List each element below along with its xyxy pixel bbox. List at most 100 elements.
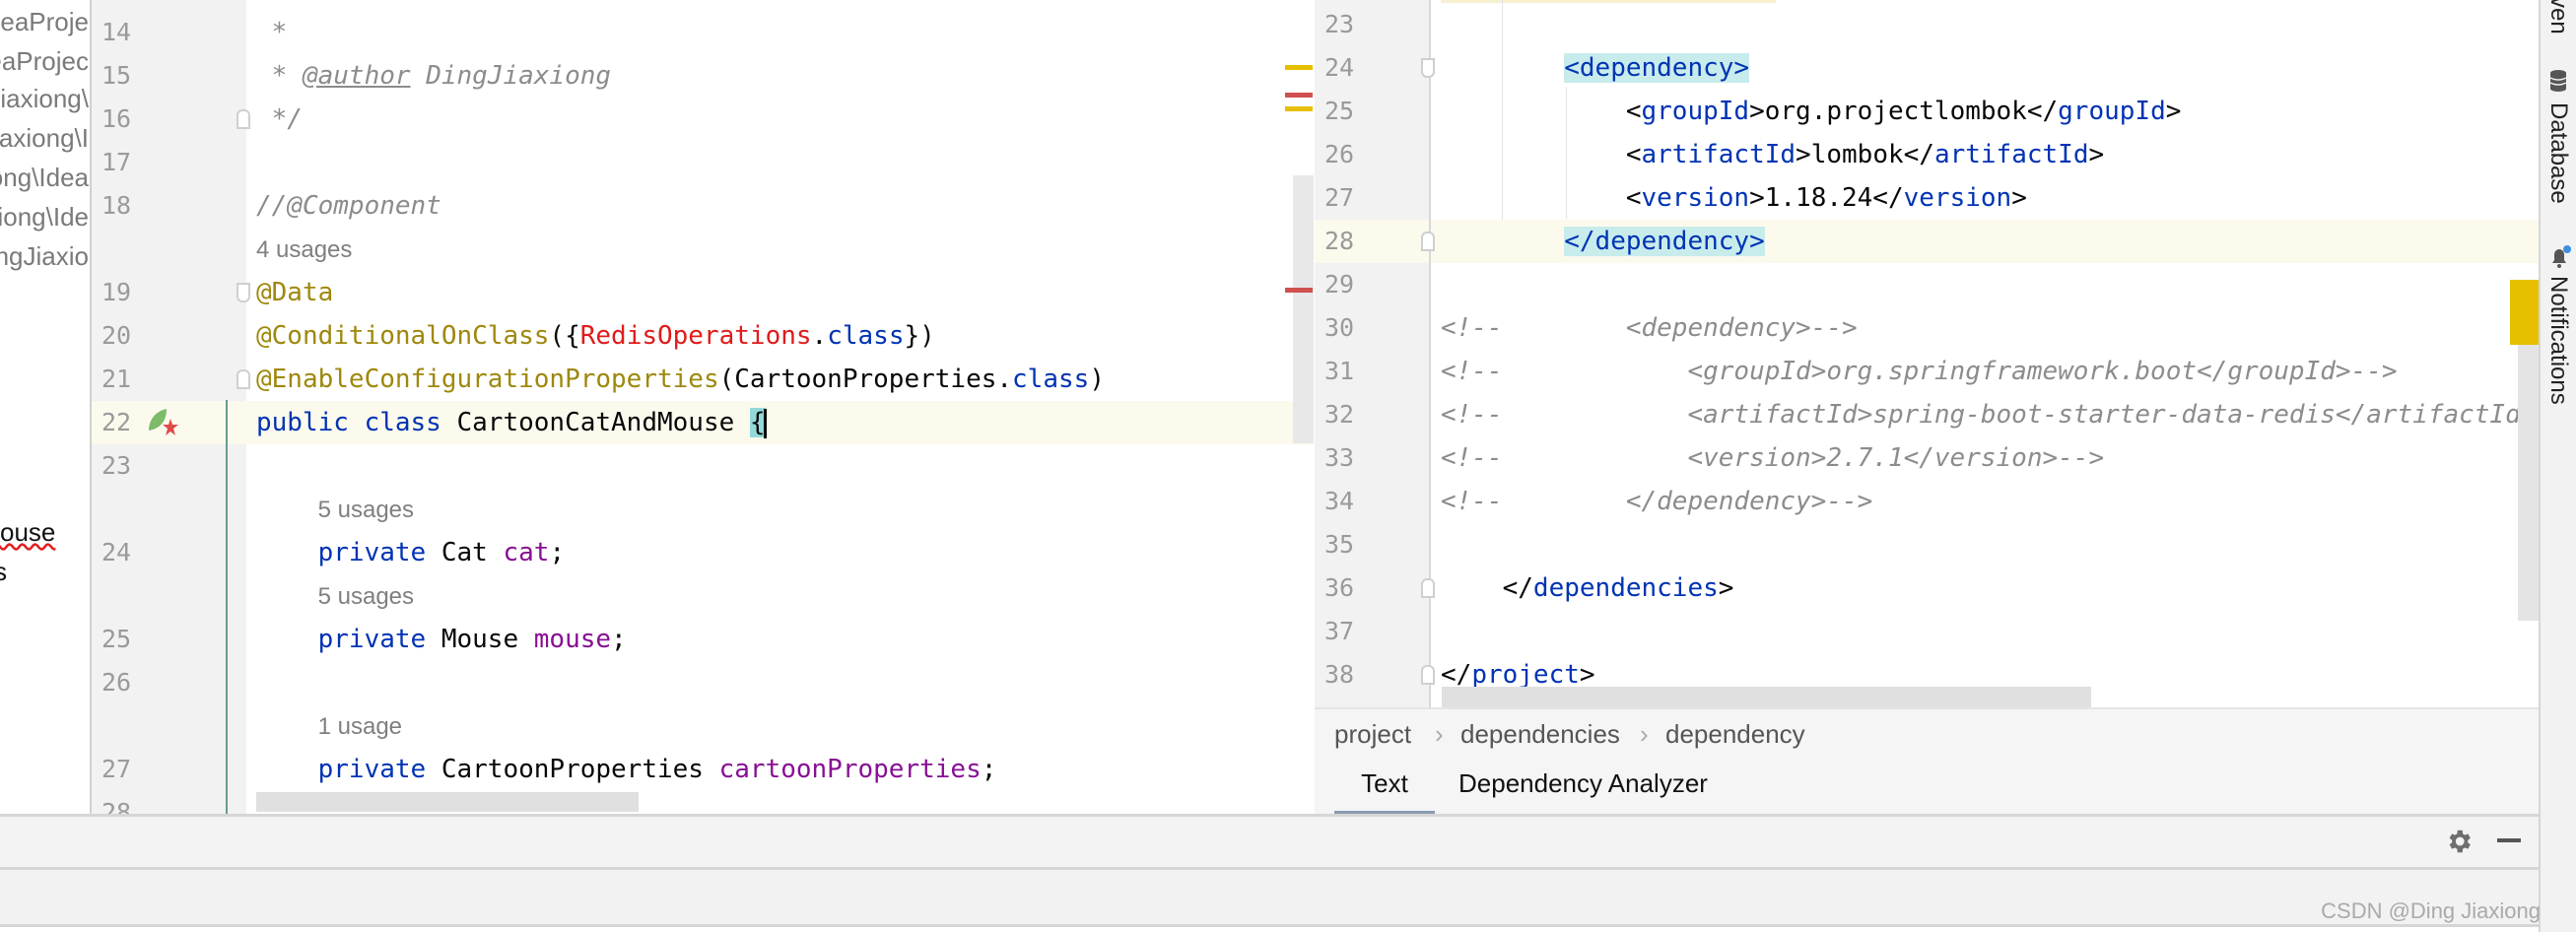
error-marker[interactable] (1285, 93, 1313, 98)
tree-item[interactable]: ouse (0, 512, 55, 552)
line-number[interactable]: 18 (102, 184, 131, 228)
code-line[interactable]: <artifactId>lombok</artifactId> (1431, 133, 2541, 176)
spring-bean-icon[interactable] (145, 405, 180, 440)
code-line[interactable]: @EnableConfigurationProperties(CartoonPr… (246, 358, 1314, 401)
code-line[interactable]: private Mouse mouse; (246, 618, 1314, 661)
right-editor-hscrollbar[interactable] (1442, 687, 2091, 707)
line-number[interactable]: 16 (102, 98, 131, 141)
code-line[interactable]: <version>1.18.24</version> (1431, 176, 2541, 220)
line-number[interactable]: 35 (1324, 523, 1354, 566)
code-line[interactable]: //@Component (246, 184, 1314, 228)
code-line[interactable] (246, 444, 1314, 488)
line-number[interactable]: 24 (1324, 46, 1354, 90)
line-number[interactable]: 27 (102, 748, 131, 791)
warning-marker[interactable] (1285, 65, 1313, 70)
tree-item[interactable]: iaxiong\I (0, 118, 89, 158)
line-number[interactable]: 27 (1324, 176, 1354, 220)
project-tree[interactable]: ideaProje eaProjec Jiaxiong\ iaxiong\I o… (0, 0, 89, 814)
usages-hint-text[interactable]: 5 usages (318, 583, 414, 610)
fold-end-icon[interactable] (1421, 232, 1435, 251)
fold-end-icon[interactable] (237, 369, 250, 389)
line-number[interactable]: 33 (1324, 436, 1354, 480)
code-line[interactable]: </dependencies> (1431, 566, 2541, 610)
database-tool-button[interactable]: Database (2544, 102, 2572, 204)
code-line[interactable]: * @author DingJiaxiong (246, 54, 1314, 98)
fold-start-icon[interactable] (1421, 58, 1435, 78)
fold-end-icon[interactable] (1421, 578, 1435, 598)
line-number[interactable]: 28 (1324, 220, 1354, 263)
code-line[interactable]: @ConditionalOnClass({RedisOperations.cla… (246, 314, 1314, 358)
fold-end-icon[interactable] (1421, 665, 1435, 685)
code-line[interactable]: <!-- <version>2.7.1</version>--> (1431, 436, 2541, 480)
line-number[interactable]: 22 (102, 401, 131, 444)
tree-item[interactable]: ideaProje (0, 2, 89, 41)
line-number[interactable]: 31 (1324, 350, 1354, 393)
left-editor-code[interactable]: * * @author DingJiaxiong */ //@Component 4… (246, 0, 1314, 814)
line-number[interactable]: 14 (102, 11, 131, 54)
usages-hint[interactable]: 5 usages (246, 488, 1314, 531)
code-line[interactable]: private CartoonProperties cartoonPropert… (246, 748, 1314, 791)
code-line[interactable]: <!-- <artifactId>spring-boot-starter-dat… (1431, 393, 2541, 436)
line-number[interactable]: 20 (102, 314, 131, 358)
gear-icon[interactable] (2444, 827, 2474, 856)
code-line[interactable]: @Data (246, 271, 1314, 314)
line-number[interactable]: 23 (102, 444, 131, 488)
line-number[interactable]: 25 (102, 618, 131, 661)
code-line[interactable] (1431, 3, 2541, 46)
maven-tool-button[interactable]: ven (2544, 0, 2572, 34)
minus-icon[interactable] (2497, 838, 2521, 842)
usages-hint[interactable]: 4 usages (246, 228, 1314, 271)
usages-hint[interactable]: 5 usages (246, 574, 1314, 618)
code-line[interactable]: * (246, 11, 1314, 54)
code-line[interactable]: <!-- <groupId>org.springframework.boot</… (1431, 350, 2541, 393)
line-number[interactable]: 37 (1324, 610, 1354, 653)
breadcrumb-item-dependencies[interactable]: dependencies (1460, 709, 1620, 759)
line-number[interactable]: 15 (102, 54, 131, 98)
tree-item[interactable]: iong\Ide (0, 197, 89, 236)
line-number[interactable]: 26 (1324, 133, 1354, 176)
left-editor-hscrollbar[interactable] (256, 792, 639, 812)
code-line[interactable] (1431, 610, 2541, 653)
code-line[interactable]: public class CartoonCatAndMouse { (246, 401, 1314, 444)
warning-stripe-marker[interactable] (2510, 280, 2539, 345)
code-line[interactable]: */ (246, 98, 1314, 141)
warning-marker[interactable] (1285, 106, 1313, 111)
fold-start-icon[interactable] (237, 283, 250, 302)
usages-hint-text[interactable]: 1 usage (318, 713, 402, 740)
code-line[interactable] (246, 661, 1314, 704)
error-marker[interactable] (1285, 288, 1313, 293)
line-number[interactable]: 23 (1324, 3, 1354, 46)
breadcrumb-item-dependency[interactable]: dependency (1665, 709, 1805, 759)
tree-item[interactable]: ong\Idea (0, 158, 89, 197)
code-line[interactable]: <!-- <dependency>--> (1431, 306, 2541, 350)
left-editor-scrollbar[interactable] (1293, 175, 1314, 443)
line-number[interactable]: 29 (1324, 263, 1354, 306)
right-editor-scrollbar[interactable] (2518, 345, 2539, 621)
code-line[interactable]: </dependency> (1431, 220, 2541, 263)
line-number[interactable]: 21 (102, 358, 131, 401)
code-line[interactable]: <groupId>org.projectlombok</groupId> (1431, 90, 2541, 133)
fold-end-icon[interactable] (237, 109, 250, 129)
usages-hint[interactable]: 1 usage (246, 704, 1314, 748)
line-number[interactable]: 17 (102, 141, 131, 184)
right-editor-code[interactable]: <dependency> <groupId>org.projectlombok<… (1429, 0, 2541, 707)
breadcrumb-item-project[interactable]: project (1334, 709, 1411, 759)
tab-text[interactable]: Text (1334, 757, 1435, 816)
line-number[interactable]: 32 (1324, 393, 1354, 436)
tree-item[interactable]: s (0, 552, 7, 591)
code-line[interactable]: <!-- </dependency>--> (1431, 480, 2541, 523)
line-number[interactable]: 36 (1324, 566, 1354, 610)
line-number[interactable]: 30 (1324, 306, 1354, 350)
code-line[interactable]: private Cat cat; (246, 531, 1314, 574)
code-line[interactable] (1431, 263, 2541, 306)
line-number[interactable]: 19 (102, 271, 131, 314)
code-line[interactable]: <dependency> (1431, 46, 2541, 90)
line-number[interactable]: 34 (1324, 480, 1354, 523)
tree-item[interactable]: Jiaxiong\ (0, 79, 89, 118)
line-number[interactable]: 26 (102, 661, 131, 704)
line-number[interactable]: 38 (1324, 653, 1354, 697)
line-number[interactable]: 25 (1324, 90, 1354, 133)
usages-hint-text[interactable]: 4 usages (256, 236, 352, 263)
code-line[interactable] (1431, 523, 2541, 566)
usages-hint-text[interactable]: 5 usages (318, 497, 414, 523)
